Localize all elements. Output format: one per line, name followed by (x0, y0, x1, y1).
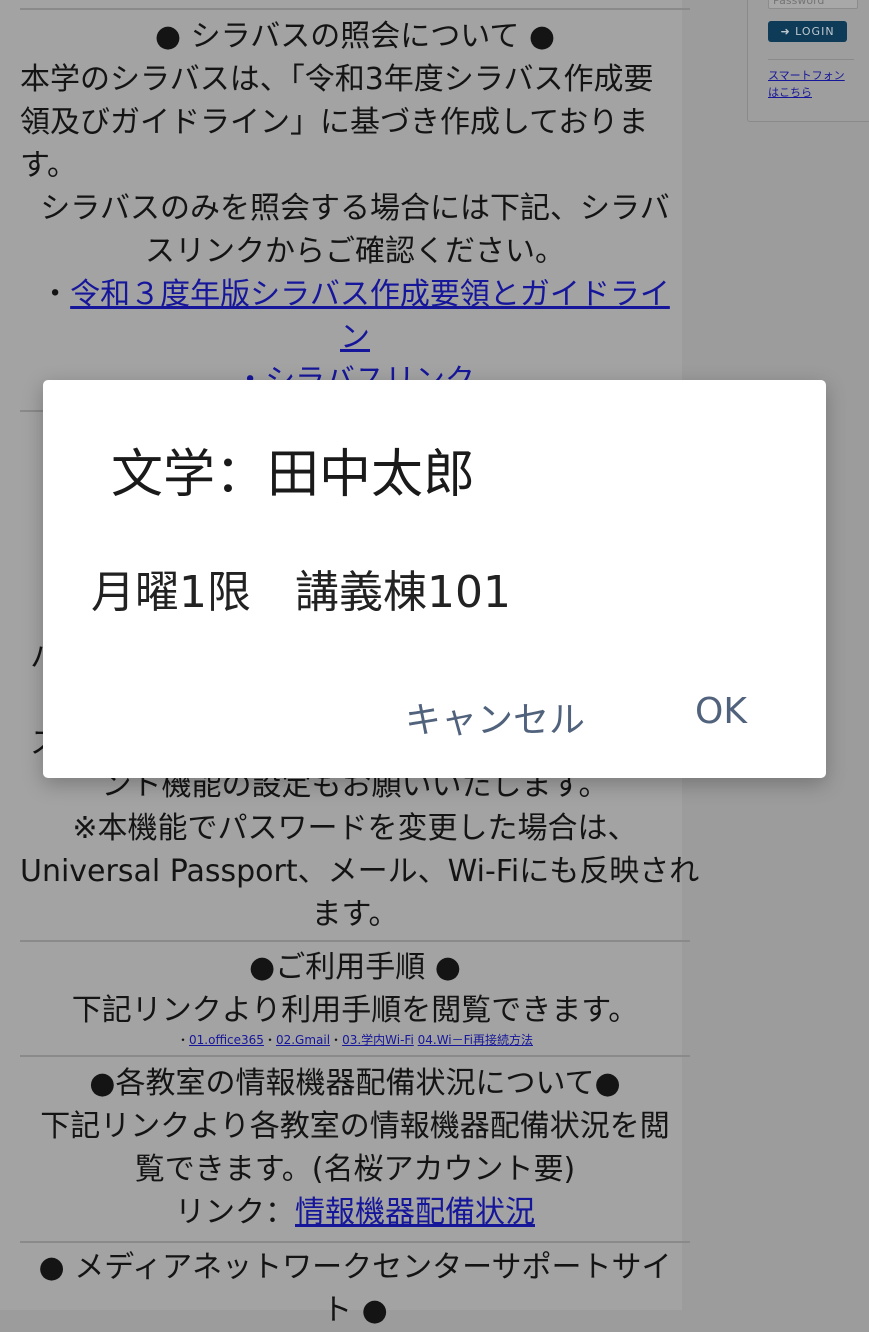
syllabus-guideline-link-row: ン (20, 316, 690, 359)
gmail-link[interactable]: 02.Gmail (276, 1033, 330, 1047)
login-button[interactable]: ➜ LOGIN (768, 21, 847, 42)
usage-section: ●ご利用手順 ● 下記リンクより利用手順を閲覧できます。 ・01.office3… (20, 946, 690, 1048)
divider (20, 8, 690, 10)
syllabus-heading: ● シラバスの照会について ● (154, 19, 556, 54)
support-heading: ト ● (322, 1293, 388, 1328)
note-line: Universal Passport、メール、Wi-Fiにも反映され (20, 854, 700, 889)
campus-wifi-link[interactable]: 03.学内Wi-Fi (342, 1033, 414, 1047)
login-icon: ➜ (780, 25, 791, 38)
equipment-section: ●各教室の情報機器配備状況について● 下記リンクより各教室の情報機器配備状況を閲… (20, 1062, 690, 1234)
equipment-link-row: リンク：情報機器配備状況 (175, 1195, 535, 1230)
syllabus-text-line: 本学のシラバスは、「令和3年度シラバス作成要 (20, 62, 654, 97)
equipment-text: 覧できます。(名桜アカウント要) (134, 1152, 576, 1187)
divider (20, 940, 690, 942)
divider (20, 1241, 690, 1243)
syllabus-section: ● シラバスの照会について ● 本学のシラバスは、「令和3年度シラバス作成要 領… (20, 15, 690, 402)
login-panel: ➜ LOGIN スマートフォンはこちら (747, 0, 869, 122)
bullet: ・ (40, 277, 71, 312)
divider (20, 1055, 690, 1057)
login-label: LOGIN (795, 25, 835, 38)
syllabus-guideline-link[interactable]: 令和３度年版シラバス作成要領とガイドライ (70, 277, 670, 312)
usage-links: ・01.office365・02.Gmail・03.学内Wi-Fi 04.Wi－… (177, 1033, 533, 1047)
syllabus-text-line: シラバスのみを照会する場合には下記、シラバ (40, 191, 670, 226)
dialog-title: 文学：田中太郎 (111, 445, 476, 505)
note-line: ※本機能でパスワードを変更した場合は、 (72, 811, 638, 846)
syllabus-text-line: す。 (20, 148, 77, 183)
alert-dialog: 文学：田中太郎 月曜1限 講義棟101 キャンセル OK (43, 380, 826, 778)
password-input[interactable] (768, 0, 858, 9)
smartphone-link[interactable]: スマートフォンはこちら (768, 67, 852, 101)
syllabus-text-line: 領及びガイドライン」に基づき作成しておりま (20, 105, 649, 140)
equipment-heading: ●各教室の情報機器配備状況について● (89, 1066, 621, 1101)
dialog-message: 月曜1限 講義棟101 (91, 567, 511, 618)
cancel-button[interactable]: キャンセル (405, 691, 585, 743)
usage-heading: ●ご利用手順 ● (249, 950, 461, 985)
syllabus-guideline-link-row: ・令和３度年版シラバス作成要領とガイドライ (20, 273, 690, 316)
syllabus-guideline-link-cont[interactable]: ン (340, 320, 370, 355)
password-note: ント機能の設定もお願いいたします。 ※本機能でパスワードを変更した場合は、 Un… (20, 764, 700, 936)
ok-button[interactable]: OK (695, 691, 747, 732)
panel-divider (768, 59, 854, 60)
office365-link[interactable]: 01.office365 (189, 1033, 264, 1047)
syllabus-text-line: スリンクからご確認ください。 (145, 234, 565, 269)
usage-description: 下記リンクより利用手順を閲覧できます。 (71, 993, 639, 1028)
support-section: ● メディアネットワークセンターサポートサイ ト ● (20, 1246, 690, 1332)
support-heading: ● メディアネットワークセンターサポートサイ (38, 1250, 672, 1285)
wifi-reconnect-link[interactable]: 04.Wi－Fi再接続方法 (418, 1033, 533, 1047)
equipment-status-link[interactable]: 情報機器配備状況 (295, 1195, 535, 1230)
equipment-text: 下記リンクより各教室の情報機器配備状況を閲 (40, 1109, 670, 1144)
note-line: ます。 (311, 897, 399, 932)
